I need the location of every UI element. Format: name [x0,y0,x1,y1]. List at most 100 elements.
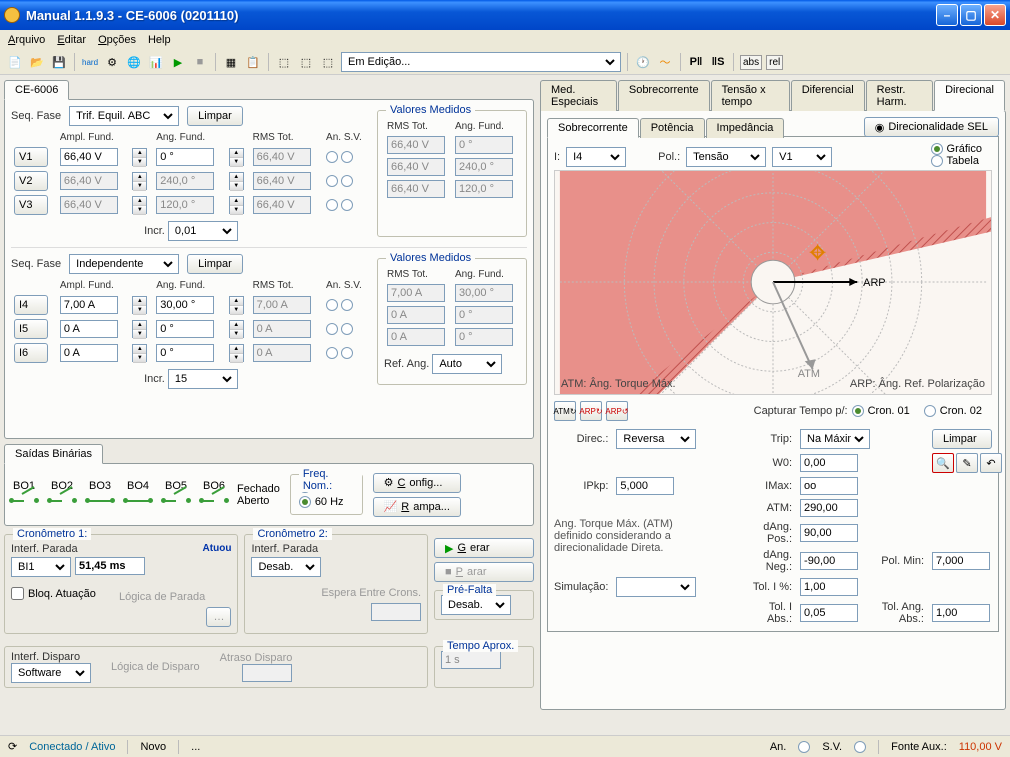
v1-an[interactable] [326,151,338,163]
seq-fase-v-combo[interactable]: Trif. Equil. ABC [72,109,176,123]
rampa-button[interactable]: 📈 Rampa... [373,497,461,517]
i4-an[interactable] [326,299,338,311]
freq-60-radio[interactable] [299,496,311,508]
open-icon[interactable]: 📂 [28,53,46,71]
i6-ang[interactable] [156,344,214,362]
abs-button[interactable]: abs [740,55,762,70]
i4-ampl[interactable] [60,296,118,314]
bloq-check[interactable] [11,587,24,600]
bo3-switch[interactable] [87,494,113,508]
ref-ang-combo[interactable]: Auto [435,357,499,371]
limpar-v-button[interactable]: Limpar [187,106,243,126]
toli-input[interactable] [800,578,858,596]
tab-med-especiais[interactable]: Med. Especiais [540,80,617,111]
cron02-radio[interactable] [924,405,936,417]
tab-diferencial[interactable]: Diferencial [791,80,865,111]
grafico-radio[interactable] [931,143,943,155]
tool4-icon[interactable]: ⬚ [297,53,315,71]
prefalta-combo[interactable]: Desab. [444,598,508,612]
w0-input[interactable] [800,454,858,472]
menu-help[interactable]: Help [148,34,171,46]
menu-opcoes[interactable]: Opções [98,34,136,46]
v1-ang[interactable] [156,148,214,166]
dneg-input[interactable] [800,552,858,570]
limpar-direc-button[interactable]: Limpar [932,429,992,449]
imax-input[interactable] [800,477,858,495]
bi1-combo[interactable]: BI1 [14,560,68,574]
refresh-icon[interactable]: ⟳ [8,740,17,753]
trip-combo[interactable]: Na Máxima [803,432,867,446]
seq-fase-i-combo[interactable]: Independente [72,257,176,271]
v2-button[interactable]: V2 [14,171,48,191]
i5-ang[interactable] [156,320,214,338]
menu-arquivo[interactable]: AArquivorquivo [8,34,45,46]
i4-ampl-spin[interactable]: ▲▼ [132,296,147,314]
v1-button[interactable]: V1 [14,147,48,167]
window-minimize[interactable]: – [936,4,958,26]
tab-tensao-tempo[interactable]: Tensão x tempo [711,80,790,111]
tool5-icon[interactable]: ⬚ [319,53,337,71]
limpar-i-button[interactable]: Limpar [187,254,243,274]
dpos-input[interactable] [800,524,858,542]
v2-sv[interactable] [341,175,353,187]
settings-icon[interactable]: ⚙ [103,53,121,71]
v1-ang-spin[interactable]: ▲▼ [229,148,244,166]
new-icon[interactable]: 📄 [6,53,24,71]
i5-ampl-spin[interactable]: ▲▼ [132,320,147,338]
direc-sel-button[interactable]: ◉ Direcionalidade SEL [864,117,999,137]
bo2-switch[interactable] [49,494,75,508]
tool1-icon[interactable]: ▦ [222,53,240,71]
i6-ampl[interactable] [60,344,118,362]
undo-icon[interactable]: ↶ [980,453,1002,473]
gerar-button[interactable]: ▶ Gerar [434,538,534,558]
i4-sv[interactable] [341,299,353,311]
status-combo[interactable]: Em Edição... [344,55,618,69]
polmin-input[interactable] [932,552,990,570]
i4-ang[interactable] [156,296,214,314]
brush-icon[interactable]: ✎ [956,453,978,473]
interf-disparo-combo[interactable]: Software [14,666,88,680]
globe-icon[interactable]: 🌐 [125,53,143,71]
bo5-switch[interactable] [163,494,189,508]
direc-combo[interactable]: Reversa [619,432,693,446]
v3-button[interactable]: V3 [14,195,48,215]
tab-saidas[interactable]: Saídas Binárias [4,444,103,464]
i6-ampl-spin[interactable]: ▲▼ [132,344,147,362]
arp-rot2-button[interactable]: ARP↺ [606,401,628,421]
hard-icon[interactable]: hard [81,53,99,71]
sim-combo[interactable] [619,580,693,594]
save-icon[interactable]: 💾 [50,53,68,71]
tab-direcional[interactable]: Direcional [934,80,1005,111]
tab-sobrecorrente[interactable]: Sobrecorrente [618,80,710,111]
crono2-combo[interactable]: Desab. [254,560,318,574]
i-combo[interactable]: I4 [569,150,623,164]
bo4-switch[interactable] [125,494,151,508]
logica-parada-btn[interactable]: … [206,607,231,627]
subtab-potencia[interactable]: Potência [640,118,705,138]
i6-sv[interactable] [341,347,353,359]
atm-input[interactable] [800,499,858,517]
zoom-icon[interactable]: 🔍 [932,453,954,473]
cron01-radio[interactable] [852,405,864,417]
tabela-radio[interactable] [931,155,943,167]
crono1-time[interactable] [75,557,145,575]
toliabs-input[interactable] [800,604,858,622]
i6-ang-spin[interactable]: ▲▼ [229,344,244,362]
v1-ampl[interactable] [60,148,118,166]
wave-icon[interactable]: 〜 [656,53,674,71]
window-maximize[interactable]: ▢ [960,4,982,26]
chart-icon[interactable]: 📊 [147,53,165,71]
clock-icon[interactable]: 🕐 [634,53,652,71]
v3-ampl-spin[interactable]: ▲▼ [132,196,147,214]
subtab-impedancia[interactable]: Impedância [706,118,785,138]
bo1-switch[interactable] [11,494,37,508]
i6-an[interactable] [326,347,338,359]
p-icon[interactable]: P‖ [687,53,705,71]
atm-rot-button[interactable]: ATM↻ [554,401,576,421]
pol-ch-combo[interactable]: V1 [775,150,829,164]
v3-ang-spin[interactable]: ▲▼ [229,196,244,214]
tab-ce6006[interactable]: CE-6006 [4,80,69,100]
i6-button[interactable]: I6 [14,343,48,363]
parar-button[interactable]: ■ Parar [434,562,534,582]
i4-ang-spin[interactable]: ▲▼ [229,296,244,314]
